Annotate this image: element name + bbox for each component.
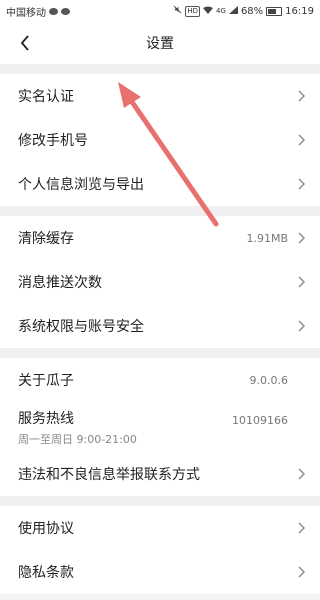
settings-screen: 中国移动 HD 4G 68% 16:19 设置 实名认证 修改手机号 个人信息浏… <box>0 0 320 600</box>
cache-size: 1.91MB <box>246 231 288 245</box>
menu-item-permissions[interactable]: 系统权限与账号安全 <box>0 304 320 348</box>
menu-item-label: 违法和不良信息举报联系方式 <box>18 467 200 483</box>
status-bar: 中国移动 HD 4G 68% 16:19 <box>0 0 320 22</box>
chat-icon <box>49 7 58 15</box>
menu-item-label: 服务热线 <box>18 410 74 427</box>
signal-icon <box>228 5 238 17</box>
chevron-right-icon <box>296 467 306 481</box>
battery-icon <box>266 6 283 16</box>
chevron-right-icon <box>296 275 306 289</box>
section-divider <box>0 496 320 506</box>
section-divider <box>0 348 320 358</box>
menu-item-change-phone[interactable]: 修改手机号 <box>0 118 320 162</box>
menu-item-label: 系统权限与账号安全 <box>18 319 144 335</box>
menu-item-label: 关于瓜子 <box>18 373 74 389</box>
chevron-right-icon <box>296 177 306 191</box>
chevron-right-icon <box>296 319 306 333</box>
legal-group: 使用协议 隐私条款 <box>0 506 320 594</box>
battery-percent: 68% <box>240 5 264 17</box>
menu-item-label: 实名认证 <box>18 89 74 105</box>
hotline-hours: 周一至周日 9:00-21:00 <box>18 432 137 446</box>
clock: 16:19 <box>285 5 314 17</box>
menu-item-label: 隐私条款 <box>18 565 74 581</box>
about-group: 关于瓜子 9.0.0.6 服务热线 周一至周日 9:00-21:00 10109… <box>0 358 320 496</box>
page-title: 设置 <box>146 36 174 52</box>
menu-item-about[interactable]: 关于瓜子 9.0.0.6 <box>0 358 320 402</box>
wifi-icon <box>203 6 214 17</box>
system-group: 清除缓存 1.91MB 消息推送次数 系统权限与账号安全 <box>0 216 320 348</box>
menu-item-clear-cache[interactable]: 清除缓存 1.91MB <box>0 216 320 260</box>
menu-item-real-name[interactable]: 实名认证 <box>0 74 320 118</box>
signal-type: 4G <box>216 7 226 15</box>
back-button[interactable] <box>14 32 36 54</box>
chevron-right-icon <box>296 521 306 535</box>
menu-item-label: 消息推送次数 <box>18 275 102 291</box>
section-divider <box>0 64 320 74</box>
mute-icon <box>173 5 182 17</box>
hotline-number: 10109166 <box>232 413 288 427</box>
menu-item-privacy[interactable]: 隐私条款 <box>0 550 320 594</box>
chevron-right-icon <box>296 89 306 103</box>
account-group: 实名认证 修改手机号 个人信息浏览与导出 <box>0 74 320 206</box>
menu-item-label: 个人信息浏览与导出 <box>18 177 144 193</box>
chevron-right-icon <box>296 565 306 579</box>
section-divider <box>0 206 320 216</box>
menu-item-hotline[interactable]: 服务热线 周一至周日 9:00-21:00 10109166 <box>0 402 320 452</box>
nav-bar: 设置 <box>0 22 320 64</box>
carrier-label: 中国移动 <box>6 7 46 19</box>
menu-item-terms[interactable]: 使用协议 <box>0 506 320 550</box>
hd-badge: HD <box>185 5 201 17</box>
app-version: 9.0.0.6 <box>249 373 288 387</box>
menu-item-push-count[interactable]: 消息推送次数 <box>0 260 320 304</box>
menu-item-label: 修改手机号 <box>18 133 88 149</box>
menu-item-label: 清除缓存 <box>18 231 74 247</box>
menu-item-report[interactable]: 违法和不良信息举报联系方式 <box>0 452 320 496</box>
menu-item-personal-info[interactable]: 个人信息浏览与导出 <box>0 162 320 206</box>
back-arrow-icon <box>20 35 29 51</box>
message-icon <box>61 7 70 15</box>
chevron-right-icon <box>296 231 306 245</box>
menu-item-label: 使用协议 <box>18 521 74 537</box>
chevron-right-icon <box>296 133 306 147</box>
